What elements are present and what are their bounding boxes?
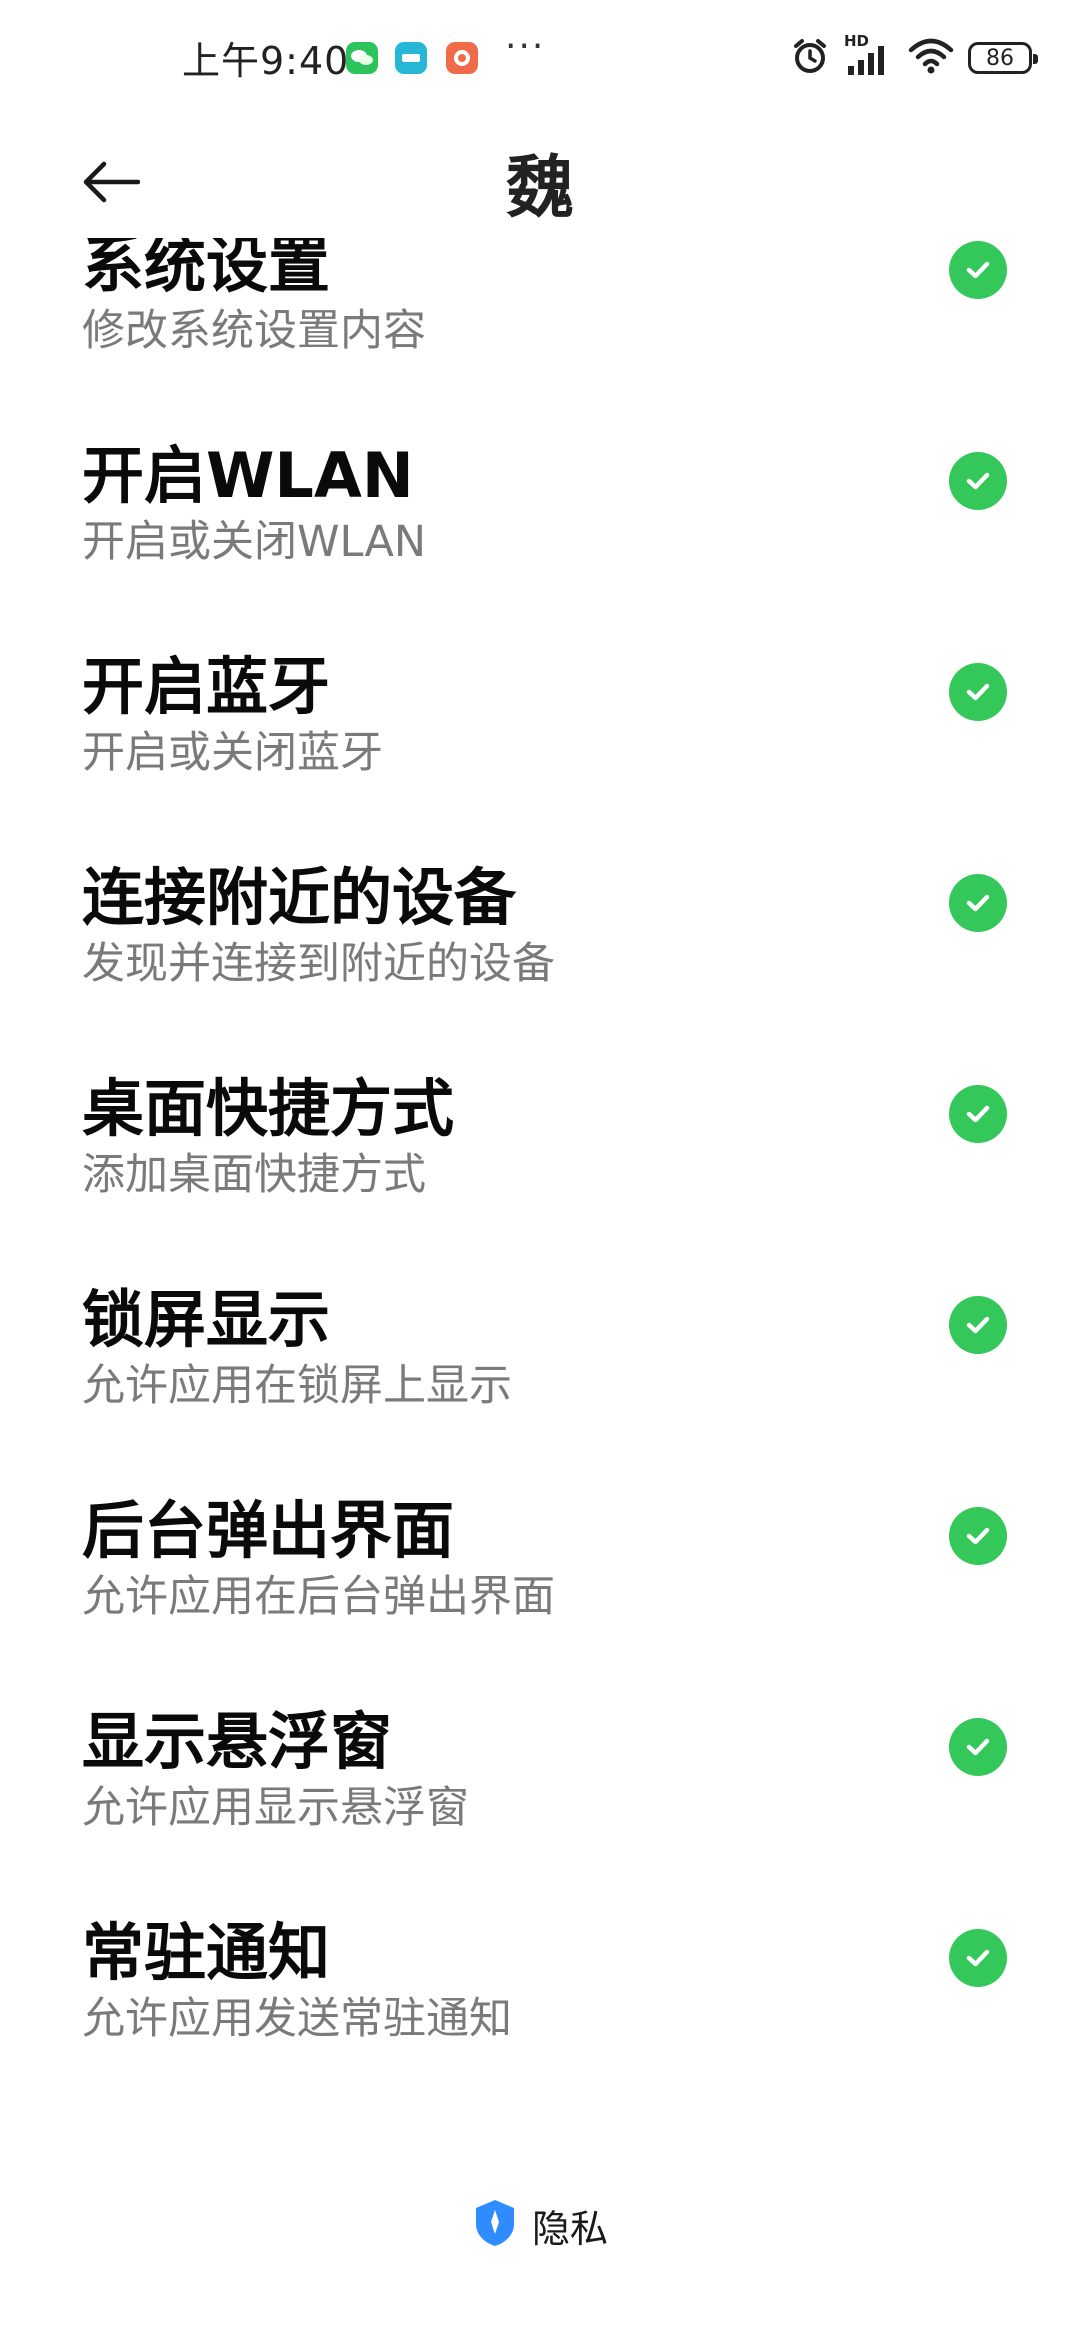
permission-title: 显示悬浮窗	[82, 1705, 393, 1778]
granted-check-icon	[949, 1085, 1007, 1143]
permission-subtitle: 修改系统设置内容	[82, 306, 426, 356]
permission-title: 锁屏显示	[82, 1283, 331, 1356]
permission-item-wlan[interactable]: 开启WLAN 开启或关闭WLAN	[0, 425, 1080, 636]
app-notification-icon-2	[446, 42, 478, 74]
more-notifications-icon: ···	[505, 26, 546, 67]
alarm-icon	[790, 36, 830, 80]
granted-check-icon	[949, 1718, 1007, 1776]
status-bar: 上午9:40 ··· HD 86	[0, 0, 1080, 118]
permission-title: 桌面快捷方式	[82, 1072, 455, 1145]
granted-check-icon	[949, 241, 1007, 299]
permission-item-desktop-shortcut[interactable]: 桌面快捷方式 添加桌面快捷方式	[0, 1058, 1080, 1269]
permission-title: 开启蓝牙	[82, 650, 331, 723]
permission-subtitle: 允许应用显示悬浮窗	[82, 1783, 469, 1833]
permission-list: 系统设置 修改系统设置内容 开启WLAN 开启或关闭WLAN 开启蓝牙 开启或关…	[0, 238, 1080, 2038]
page-title: 魏	[505, 149, 574, 228]
battery-icon: 86	[968, 42, 1038, 74]
permission-item-bluetooth[interactable]: 开启蓝牙 开启或关闭蓝牙	[0, 636, 1080, 847]
permission-item-lockscreen[interactable]: 锁屏显示 允许应用在锁屏上显示	[0, 1269, 1080, 1480]
permission-subtitle: 允许应用在后台弹出界面	[82, 1572, 555, 1622]
permission-title: 开启WLAN	[82, 439, 414, 512]
granted-check-icon	[949, 874, 1007, 932]
permission-item-floating-window[interactable]: 显示悬浮窗 允许应用显示悬浮窗	[0, 1691, 1080, 1902]
signal-icon: HD	[844, 32, 894, 78]
granted-check-icon	[949, 1507, 1007, 1565]
status-time: 上午9:40	[182, 39, 350, 83]
permission-subtitle: 开启或关闭WLAN	[82, 517, 427, 567]
permission-subtitle: 开启或关闭蓝牙	[82, 728, 383, 778]
granted-check-icon	[949, 1929, 1007, 1987]
permission-item-nearby-devices[interactable]: 连接附近的设备 发现并连接到附近的设备	[0, 847, 1080, 1058]
permission-item-background-popup[interactable]: 后台弹出界面 允许应用在后台弹出界面	[0, 1480, 1080, 1691]
battery-level: 86	[986, 45, 1014, 71]
permission-item-persistent-notification[interactable]: 常驻通知 允许应用发送常驻通知	[0, 1902, 1080, 2038]
permission-subtitle: 允许应用发送常驻通知	[82, 1994, 512, 2038]
status-indicators: HD 86	[790, 32, 1038, 82]
granted-check-icon	[949, 1296, 1007, 1354]
permission-subtitle: 添加桌面快捷方式	[82, 1150, 426, 1200]
app-notification-icon	[395, 42, 427, 74]
privacy-label: 隐私	[531, 2206, 608, 2251]
permission-title: 常驻通知	[82, 1916, 331, 1989]
permission-title: 后台弹出界面	[82, 1494, 455, 1567]
permission-subtitle: 允许应用在锁屏上显示	[82, 1361, 512, 1411]
granted-check-icon	[949, 663, 1007, 721]
permission-item-system-settings[interactable]: 系统设置 修改系统设置内容	[0, 238, 1080, 425]
wechat-icon	[346, 42, 378, 74]
granted-check-icon	[949, 452, 1007, 510]
permission-title: 系统设置	[82, 238, 331, 301]
app-bar: 魏	[0, 118, 1080, 238]
privacy-shield-icon	[472, 2198, 518, 2252]
privacy-link[interactable]: 隐私	[0, 2193, 1080, 2257]
permission-subtitle: 发现并连接到附近的设备	[82, 939, 555, 989]
wifi-icon	[908, 36, 954, 80]
permission-title: 连接附近的设备	[82, 861, 517, 934]
